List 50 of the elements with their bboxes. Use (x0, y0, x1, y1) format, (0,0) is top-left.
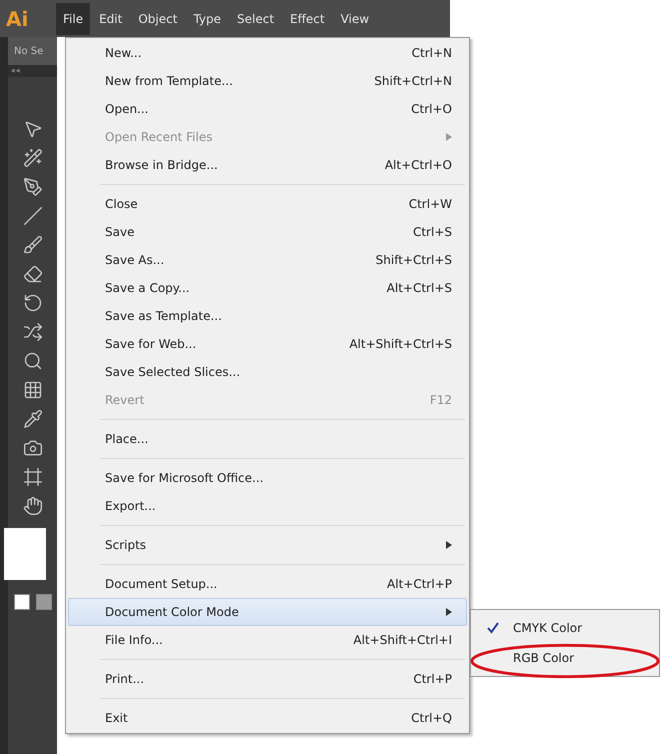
pointer-icon[interactable] (22, 119, 42, 139)
submenu-item[interactable]: CMYK Color (473, 613, 657, 643)
menu-title[interactable]: Select (230, 2, 282, 34)
menu-title[interactable]: Edit (92, 2, 130, 34)
menu-item[interactable]: New from Template... Shift+Ctrl+N (68, 67, 467, 95)
menu-item[interactable]: Browse in Bridge... Alt+Ctrl+O (68, 151, 467, 179)
menu-item[interactable]: Close Ctrl+W (68, 190, 467, 218)
color-swatch[interactable] (14, 594, 30, 610)
menu-item[interactable]: Print... Ctrl+P (68, 665, 467, 693)
menu-item[interactable]: Document Color Mode (68, 598, 467, 626)
eyedropper-icon[interactable] (22, 409, 42, 429)
menu-title[interactable]: Effect (283, 2, 332, 34)
menu-item[interactable]: File Info... Alt+Shift+Ctrl+I (68, 626, 467, 654)
warp-icon[interactable] (22, 322, 42, 342)
menu-item[interactable]: Document Setup... Alt+Ctrl+P (68, 570, 467, 598)
app-logo: Ai (6, 6, 30, 30)
control-label: No Se (8, 37, 57, 65)
menu-item[interactable]: Save a Copy... Alt+Ctrl+S (68, 274, 467, 302)
gradient-swatch[interactable] (36, 594, 52, 610)
menu-title[interactable]: View (334, 2, 376, 34)
menu-item[interactable]: Scripts (68, 531, 467, 559)
collapse-toggle[interactable]: «« (8, 65, 57, 77)
menu-item[interactable]: Save for Microsoft Office... (68, 464, 467, 492)
menu-title[interactable]: File (56, 2, 90, 34)
zoom-icon[interactable] (22, 351, 42, 371)
menu-item[interactable]: Save As... Shift+Ctrl+S (68, 246, 467, 274)
submenu-label: CMYK Color (513, 621, 582, 635)
pen-icon[interactable] (22, 177, 42, 197)
brush-icon[interactable] (22, 235, 42, 255)
menu-item[interactable]: Save for Web... Alt+Shift+Ctrl+S (68, 330, 467, 358)
submenu-label: RGB Color (513, 651, 574, 665)
menu-item[interactable]: New... Ctrl+N (68, 39, 467, 67)
menu-item[interactable]: Save Ctrl+S (68, 218, 467, 246)
line-icon[interactable] (22, 206, 42, 226)
magic-wand-icon[interactable] (22, 148, 42, 168)
menu-item[interactable]: Place... (68, 425, 467, 453)
menu-item[interactable]: Open... Ctrl+O (68, 95, 467, 123)
menu-item[interactable]: Exit Ctrl+Q (68, 704, 467, 732)
rotate-icon[interactable] (22, 293, 42, 313)
menu-title[interactable]: Type (186, 2, 228, 34)
eraser-icon[interactable] (22, 264, 42, 284)
artboard-icon[interactable] (22, 467, 42, 487)
mesh-icon[interactable] (22, 380, 42, 400)
hand-icon[interactable] (22, 496, 42, 516)
menu-item[interactable]: Export... (68, 492, 467, 520)
camera-icon[interactable] (22, 438, 42, 458)
menu-title[interactable]: Object (131, 2, 184, 34)
menu-item[interactable]: Save as Template... (68, 302, 467, 330)
menu-item[interactable]: Save Selected Slices... (68, 358, 467, 386)
fill-swatch[interactable] (4, 528, 46, 580)
